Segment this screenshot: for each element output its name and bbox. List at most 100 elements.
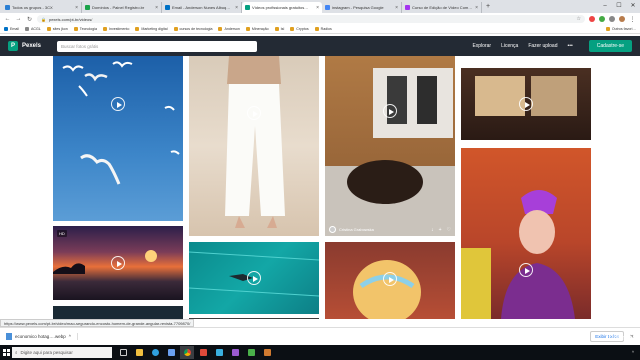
search-input[interactable]: Buscar fotos grátis	[57, 40, 258, 52]
video-tile-balloon[interactable]	[325, 242, 455, 319]
other-bookmarks[interactable]: Outros favori…	[605, 27, 636, 31]
play-icon[interactable]	[383, 104, 397, 118]
bookmark-label: sites jkon	[52, 27, 68, 31]
avatar[interactable]	[619, 16, 625, 22]
play-icon[interactable]	[247, 271, 261, 285]
chrome-icon[interactable]	[180, 346, 194, 359]
bookmark-item[interactable]: Anderson	[218, 27, 240, 31]
video-tile-window[interactable]	[461, 68, 591, 140]
bookmark-item[interactable]: Investimento	[102, 27, 129, 31]
lock-icon: 🔒	[41, 16, 46, 22]
forward-icon[interactable]: →	[15, 16, 22, 22]
task-view-icon[interactable]	[116, 346, 130, 359]
nav-upload[interactable]: Fazer upload	[528, 43, 557, 49]
tile-actions: ↓ + ♡	[431, 227, 451, 233]
nav-license[interactable]: Licença	[501, 43, 518, 49]
app-icon[interactable]	[260, 346, 274, 359]
new-tab-button[interactable]: +	[482, 2, 494, 13]
taskbar-search-placeholder: Digite aqui para pesquisar	[20, 350, 73, 355]
video-tile-sunset[interactable]: HD	[53, 226, 183, 300]
close-icon[interactable]: ×	[316, 5, 319, 11]
extension-icon[interactable]	[599, 16, 605, 22]
play-icon[interactable]	[519, 263, 533, 277]
close-window-icon[interactable]: ✕	[626, 0, 640, 13]
tab-pexels[interactable]: Vídeos profissionais gratuitos… ×	[242, 2, 322, 13]
extension-icon[interactable]	[589, 16, 595, 22]
author-credit[interactable]: Cristina Grabowska	[329, 226, 374, 233]
close-icon[interactable]: ×	[75, 5, 78, 11]
play-icon[interactable]	[111, 97, 125, 111]
bookmark-icon	[4, 27, 8, 31]
video-tile-seagulls[interactable]	[53, 56, 183, 221]
tab-registro[interactable]: Domínios - Painel Registro.br ×	[82, 2, 162, 13]
more-icon[interactable]: •••	[568, 43, 573, 49]
bookmark-label: Marketing digital	[141, 27, 168, 31]
kebab-menu-icon[interactable]: ⋮	[629, 16, 636, 23]
tab-title: Curso de Edição de Vídeo Com…	[412, 5, 473, 10]
back-icon[interactable]: ←	[4, 16, 11, 22]
bookmark-item[interactable]: Cryptos	[290, 27, 309, 31]
app-icon[interactable]	[228, 346, 242, 359]
edge-icon[interactable]	[148, 346, 162, 359]
video-tile-partial[interactable]	[53, 306, 183, 319]
chevron-up-icon[interactable]: ^	[69, 334, 71, 339]
bookmark-star-icon[interactable]: ☆	[577, 16, 581, 22]
close-icon[interactable]: ×	[235, 5, 238, 11]
app-icon[interactable]	[244, 346, 258, 359]
bookmark-label: Isl	[280, 27, 285, 31]
bookmark-item[interactable]: Isl	[274, 27, 285, 31]
folder-icon	[135, 27, 140, 31]
tab-favicon	[165, 5, 170, 10]
play-icon[interactable]	[519, 97, 533, 111]
bookmark-item[interactable]: sites jkon	[46, 27, 68, 31]
reload-icon[interactable]: ↻	[26, 16, 33, 23]
maximize-icon[interactable]: ☐	[612, 0, 626, 13]
chevron-up-icon[interactable]: ^	[632, 350, 634, 355]
bookmark-label: cursos de tecnologia	[179, 27, 213, 31]
video-tile-magazine[interactable]: Cristina Grabowska ↓ + ♡	[325, 56, 455, 236]
pexels-brand[interactable]: Pexels	[22, 43, 41, 49]
store-icon[interactable]	[164, 346, 178, 359]
windows-start-icon[interactable]	[0, 345, 12, 360]
bookmark-item[interactable]: Tecnologia	[73, 27, 97, 31]
tab-udemy[interactable]: Curso de Edição de Vídeo Com… ×	[402, 2, 482, 13]
nav-explore[interactable]: Explorar	[472, 43, 491, 49]
bookmark-item[interactable]: cursos de tecnologia	[173, 27, 213, 31]
address-bar[interactable]: 🔒 pexels.com/pt-br/videos/ ☆	[37, 15, 585, 23]
video-tile-swimmer[interactable]	[189, 242, 319, 314]
download-item[interactable]: economico hotag….webp ^	[6, 333, 78, 340]
tab-google[interactable]: instagram - Pesquisa Google ×	[322, 2, 402, 13]
join-button[interactable]: Cadastre-se	[588, 40, 632, 52]
close-icon[interactable]: ×	[475, 5, 478, 11]
download-icon[interactable]: ↓	[431, 227, 434, 233]
taskbar-search[interactable]: ⌕ Digite aqui para pesquisar	[12, 347, 112, 358]
app-icon[interactable]	[196, 346, 210, 359]
video-tile-purple-hair[interactable]	[461, 148, 591, 319]
play-icon[interactable]	[247, 106, 261, 120]
pexels-logo[interactable]: P	[8, 41, 18, 51]
bookmark-item[interactable]: ACGL	[25, 27, 41, 31]
bookmark-item[interactable]: Marketing digital	[135, 27, 168, 31]
close-icon[interactable]: ×	[395, 5, 398, 11]
play-icon[interactable]	[383, 272, 397, 286]
folder-icon	[218, 27, 223, 31]
bookmark-item[interactable]: Email	[4, 27, 19, 31]
tab-3cx[interactable]: Todos os grupos - 3CX ×	[2, 2, 82, 13]
extension-icon[interactable]	[609, 16, 615, 22]
heart-icon[interactable]: ♡	[447, 227, 451, 233]
close-icon[interactable]: ×	[155, 5, 158, 11]
play-icon[interactable]	[111, 256, 125, 270]
system-tray[interactable]: ^	[632, 350, 640, 355]
bookmark-item[interactable]: Radios	[314, 27, 332, 31]
file-icon	[6, 333, 12, 340]
file-explorer-icon[interactable]	[132, 346, 146, 359]
tab-strip: Todos os grupos - 3CX × Domínios - Painel…	[0, 0, 640, 13]
video-tile-white-jeans[interactable]	[189, 56, 319, 236]
collect-icon[interactable]: +	[439, 227, 442, 233]
bookmark-item[interactable]: Mineração	[245, 27, 269, 31]
video-tile-partial[interactable]	[189, 318, 319, 319]
app-icon[interactable]	[212, 346, 226, 359]
address-toolbar: ← → ↻ 🔒 pexels.com/pt-br/videos/ ☆ ⋮	[0, 13, 640, 25]
tab-email[interactable]: Email - Anderson Nunes Albuq… ×	[162, 2, 242, 13]
minimize-icon[interactable]: –	[598, 0, 612, 13]
